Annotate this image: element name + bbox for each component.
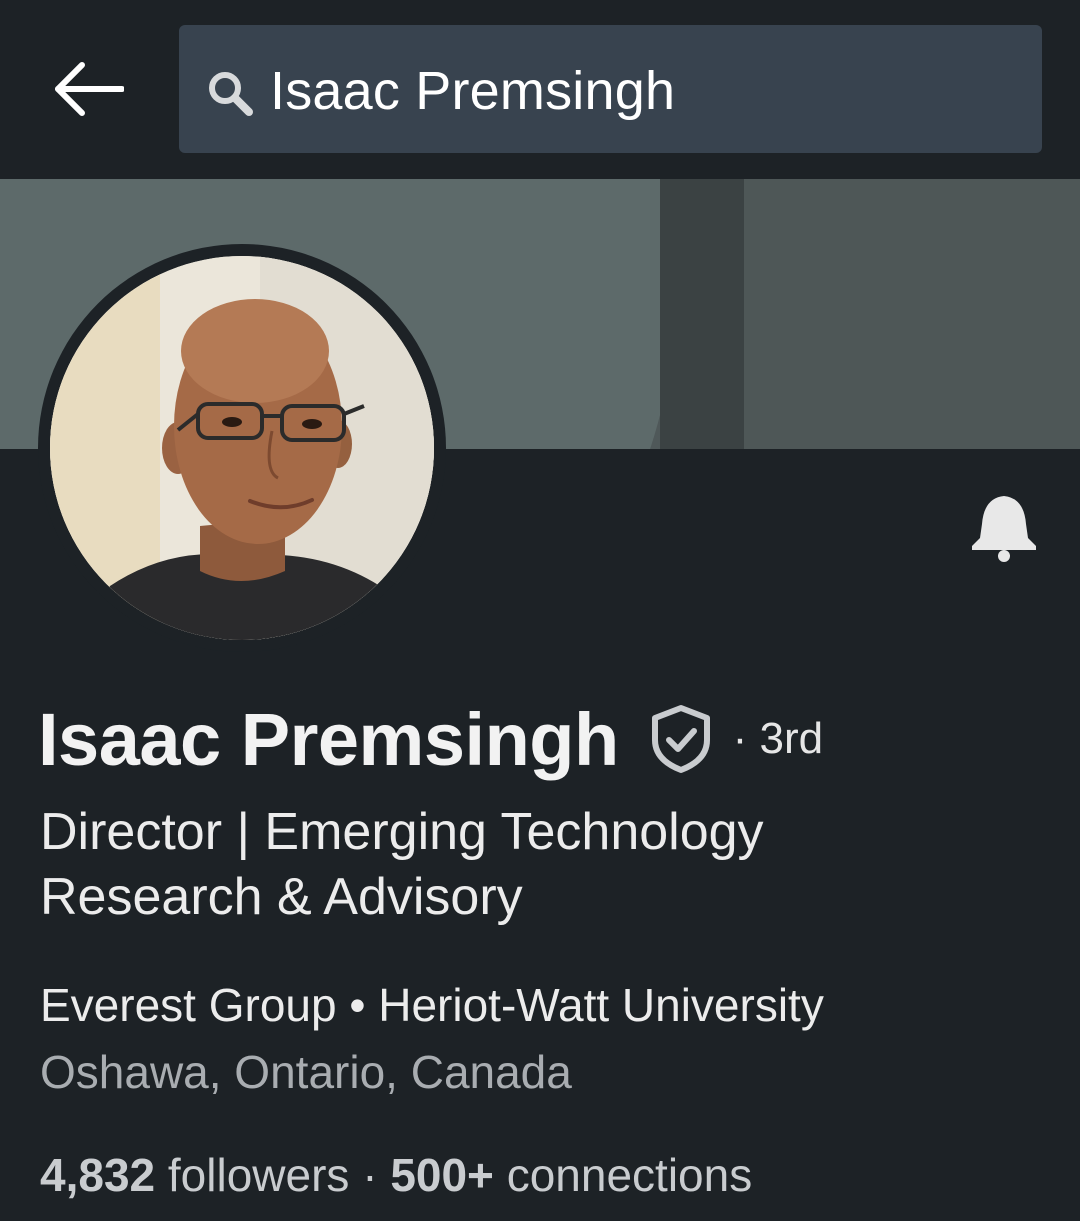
connections-label: connections bbox=[493, 1149, 753, 1201]
arrow-left-icon bbox=[55, 62, 124, 116]
notify-bell-button[interactable] bbox=[966, 490, 1042, 566]
profile-headline: Director | Emerging Technology Research … bbox=[40, 803, 764, 926]
top-bar: Isaac Premsingh bbox=[0, 0, 1080, 179]
connection-degree: · 3rd bbox=[732, 714, 824, 763]
search-icon bbox=[209, 72, 253, 116]
school-link[interactable]: Heriot-Watt University bbox=[378, 979, 824, 1031]
profile-location: Oshawa, Ontario, Canada bbox=[40, 1046, 572, 1098]
back-button[interactable] bbox=[50, 58, 126, 120]
avatar[interactable] bbox=[38, 244, 446, 652]
followers-label: followers bbox=[155, 1149, 350, 1201]
org-line: Everest Group • Heriot-Watt University bbox=[40, 978, 824, 1032]
profile-photo bbox=[50, 256, 434, 640]
bell-icon bbox=[972, 496, 1036, 562]
org-separator: • bbox=[336, 979, 379, 1031]
search-query[interactable]: Isaac Premsingh bbox=[270, 60, 675, 122]
profile-name-row: Isaac Premsingh · 3rd bbox=[38, 694, 823, 784]
company-link[interactable]: Everest Group bbox=[40, 979, 337, 1031]
followers-count: 4,832 bbox=[40, 1149, 156, 1201]
profile-stats: 4,832 followers · 500+ connections bbox=[40, 1148, 752, 1202]
followers-link[interactable]: 4,832 followers bbox=[40, 1149, 349, 1201]
connections-count: 500+ bbox=[390, 1149, 494, 1201]
profile-name: Isaac Premsingh bbox=[38, 697, 619, 781]
shield-check-icon[interactable] bbox=[649, 704, 713, 774]
connections-link[interactable]: 500+ connections bbox=[390, 1149, 752, 1201]
stats-separator: · bbox=[349, 1149, 391, 1201]
